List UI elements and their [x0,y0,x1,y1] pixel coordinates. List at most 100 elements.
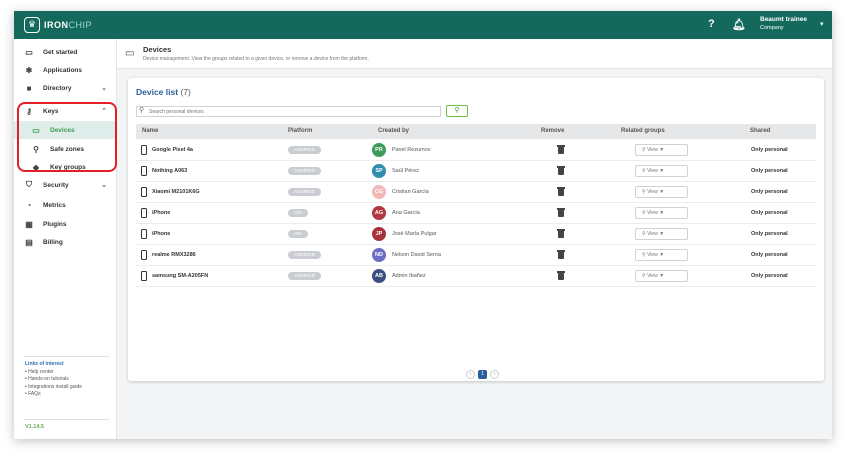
sidebar-item-billing[interactable]: ▤ Billing [14,233,117,251]
view-label: View ▼ [647,252,665,258]
search-input[interactable] [136,106,441,117]
created-by: Saúl Pérez [392,168,419,174]
links-of-interest: Links of interest • Help center • Hands-… [25,361,82,399]
related-groups-dropdown[interactable]: ⚲ View ▼ [635,186,688,198]
phone-icon [141,229,147,239]
user-menu[interactable]: Beaumt trainee Company [760,16,807,32]
shield-icon: ⛉ [26,180,32,189]
app-window: ♛ IRONCHIP ? 🔔︎ Beaumt trainee Company ▾… [14,11,832,439]
avatar: AB [372,269,386,283]
table-row: Xiaomi M2101K6G ANDROID CG Cristian García ⚲… [136,182,816,203]
device-list-title: Device list (7) [136,87,191,97]
table-row: samsung SM-A205FN ANDROID AB Admin Ibañez ⚲ … [136,266,816,287]
billing-icon: ▤ [25,237,33,247]
sidebar-item-applications[interactable]: ✱ Applications [14,61,117,79]
next-page-button[interactable]: › [490,369,499,379]
sidebar-item-directory[interactable]: ■ Directory ⌄ [14,79,117,97]
divider [24,356,109,357]
trash-icon[interactable] [557,250,565,259]
column-header-shared: Shared [750,128,771,134]
prev-page-button[interactable]: ‹ [466,369,475,379]
trash-icon[interactable] [557,271,565,280]
user-menu-chevron-icon[interactable]: ▾ [820,20,824,28]
sidebar-item-security[interactable]: ⛉ Security ⌄ [14,176,117,194]
phone-icon [141,271,147,281]
user-role: Company [760,25,784,31]
column-header-platform[interactable]: Platform [288,128,312,134]
phone-icon [141,145,147,155]
device-name: iPhone [152,210,171,216]
logo-text-accent: CHIP [68,20,93,30]
platform-badge: ANDROID [288,167,321,175]
table-header: Name Platform Created by Remove Related … [136,124,816,139]
trash-icon[interactable] [557,229,565,238]
sidebar-item-metrics[interactable]: ◔ Metrics [14,196,117,214]
created-by: Admin Ibañez [392,273,426,279]
shared-status: Only personal [751,231,788,237]
shared-status: Only personal [751,273,788,279]
sidebar-item-label: Get started [43,48,78,56]
shared-status: Only personal [751,168,788,174]
related-groups-dropdown[interactable]: ⚲ View ▼ [635,249,688,261]
top-bar: ♛ IRONCHIP ? 🔔︎ Beaumt trainee Company ▾ [14,11,832,39]
platform-badge: ANDROID [288,272,321,280]
help-icon[interactable]: ? [708,18,715,30]
link-tutorials[interactable]: • Hands-on tutorials [25,376,82,384]
metrics-icon: ◔ [26,200,32,210]
phone-icon [141,166,147,176]
view-label: View ▼ [647,231,665,237]
trash-icon[interactable] [557,208,565,217]
user-name: Beaumt trainee [760,16,807,23]
links-title: Links of interest [25,361,64,367]
view-label: View ▼ [647,189,665,195]
page-description: Device management. View the groups relat… [143,56,369,62]
avatar: JP [372,227,386,241]
column-header-related-groups: Related groups [621,128,665,134]
related-groups-dropdown[interactable]: ⚲ View ▼ [635,228,688,240]
created-by: Ana García [392,210,420,216]
link-faqs[interactable]: • FAQs [25,391,82,399]
related-groups-dropdown[interactable]: ⚲ View ▼ [635,165,688,177]
trash-icon[interactable] [557,145,565,154]
sidebar-item-label: Security [43,181,69,189]
search-button[interactable]: ⚲ [446,105,468,117]
column-header-name[interactable]: Name [142,128,158,134]
chevron-down-icon: ⌄ [101,85,107,92]
device-list-card: Device list (7) ⚲ ⚲ Name Platform Create… [128,78,824,381]
device-count: (7) [180,87,191,97]
page-button-current[interactable]: 1 [478,369,487,379]
related-groups-dropdown[interactable]: ⚲ View ▼ [635,270,688,282]
platform-badge: ANDROID [288,188,321,196]
link-help-center[interactable]: • Help center [25,369,82,377]
table-row: realme RMX3286 ANDROID ND Nelson David Sern… [136,245,816,266]
link-install-guide[interactable]: • Integrations install guide [25,384,82,392]
trash-icon[interactable] [557,187,565,196]
bell-icon[interactable]: 🔔︎ [732,18,746,31]
logo-text: IRON [44,20,69,30]
created-by: José María Pulgar [392,231,437,237]
platform-badge: ANDROID [288,251,321,259]
related-groups-dropdown[interactable]: ⚲ View ▼ [635,144,688,156]
shared-status: Only personal [751,189,788,195]
device-name: Nothing A063 [152,168,188,174]
shared-status: Only personal [751,210,788,216]
related-groups-dropdown[interactable]: ⚲ View ▼ [635,207,688,219]
logo-mark-icon: ♛ [24,17,40,33]
folder-icon: ■ [26,83,32,93]
phone-icon [141,250,147,260]
platform-badge: IOS [288,209,308,217]
avatar: SP [372,164,386,178]
trash-icon[interactable] [557,166,565,175]
table-row: iPhone IOS AG Ana García ⚲ View ▼ Only person… [136,203,816,224]
shared-status: Only personal [751,252,788,258]
sidebar-item-plugins[interactable]: ▦ Plugins [14,215,117,233]
page-header: ▭ Devices Device management. View the gr… [117,39,832,69]
version-label: V1.14.5 [25,424,44,430]
device-name: realme RMX3286 [152,252,196,258]
sidebar-item-label: Applications [43,66,83,74]
plugins-icon: ▦ [25,219,33,229]
table-row: Nothing A063 ANDROID SP Saúl Pérez ⚲ View ▼ O… [136,161,816,182]
column-header-created-by[interactable]: Created by [378,128,409,134]
sidebar-item-get-started[interactable]: ▭ Get started [14,43,117,61]
ironchip-logo[interactable]: ♛ IRONCHIP [24,16,92,34]
